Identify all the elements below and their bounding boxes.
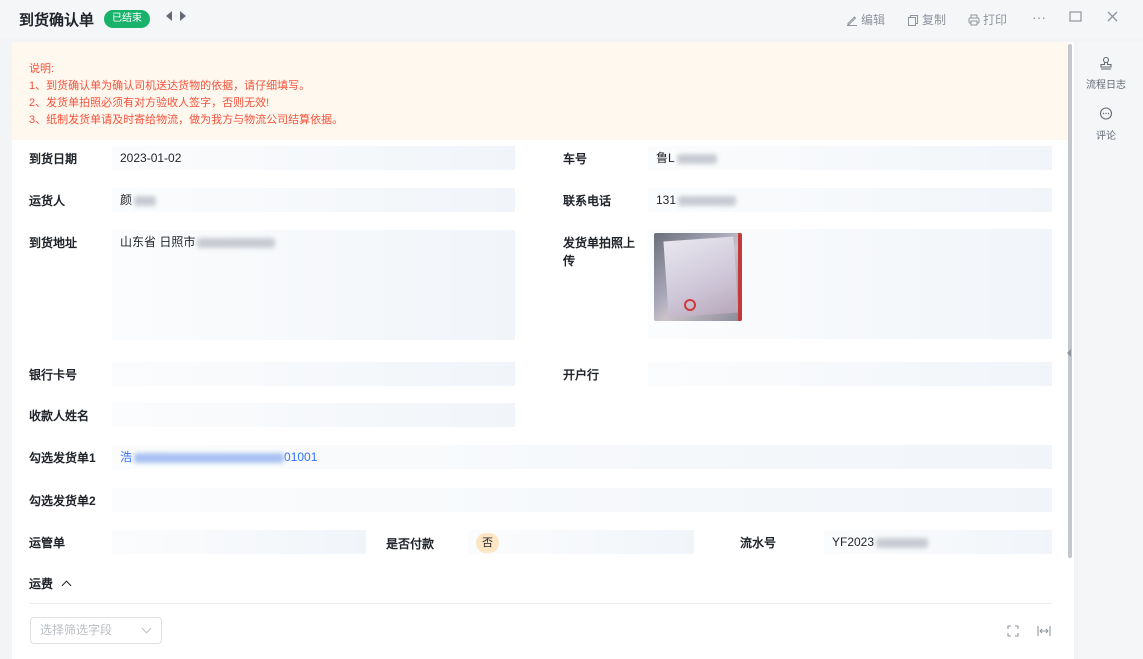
edit-button[interactable]: 编辑	[846, 11, 885, 28]
bank-label: 开户行	[563, 368, 600, 382]
notice-line: 1、到货确认单为确认司机送达货物的依据，请仔细填写。	[29, 80, 311, 92]
more-button[interactable]: ···	[1032, 9, 1046, 25]
waybill-field[interactable]	[112, 530, 366, 554]
freight-section-toggle[interactable]: 运费	[29, 575, 72, 592]
redacted-text	[676, 153, 717, 164]
comment-icon	[1099, 107, 1113, 120]
invoice1-link[interactable]: 浩 01001	[120, 450, 317, 464]
fullscreen-icon	[1007, 625, 1019, 637]
phone-label: 联系电话	[563, 194, 612, 208]
invoice1-label: 勾选发货单1	[29, 451, 96, 465]
address-value: 山东省 日照市	[120, 235, 196, 249]
invoice1-suffix: 01001	[284, 450, 318, 464]
page-title: 到货确认单	[19, 12, 95, 29]
shipper-label: 运货人	[29, 194, 66, 208]
address-field[interactable]: 山东省 日照市	[112, 230, 515, 340]
paid-label: 是否付款	[386, 537, 435, 551]
bank-card-label: 银行卡号	[29, 368, 78, 382]
invoice1-prefix: 浩	[120, 450, 133, 464]
print-label: 打印	[983, 13, 1008, 27]
photo-document	[663, 236, 739, 318]
chevron-up-icon	[61, 580, 72, 591]
filter-field-placeholder: 选择筛选字段	[40, 623, 113, 637]
redacted-text	[678, 195, 737, 206]
payee-field[interactable]	[112, 403, 515, 427]
print-button[interactable]: 打印	[968, 11, 1007, 28]
payee-label: 收款人姓名	[29, 409, 90, 423]
plate-no-field[interactable]: 鲁L	[648, 146, 1052, 170]
notice-line: 3、纸制发货单请及时寄给物流，做为我方与物流公司结算依据。	[29, 114, 344, 126]
bank-field[interactable]	[648, 362, 1052, 386]
serial-value: YF2023	[832, 535, 875, 549]
copy-button[interactable]: 复制	[907, 11, 946, 28]
maximize-icon	[1069, 11, 1082, 22]
vertical-scrollbar[interactable]	[1066, 42, 1074, 659]
photo-stamp	[684, 299, 696, 311]
bank-card-field[interactable]	[112, 362, 515, 386]
maximize-button[interactable]	[1069, 10, 1082, 26]
redacted-text	[197, 237, 276, 248]
printer-icon	[968, 14, 980, 25]
photo-upload-label: 发货单拍照上传	[563, 236, 636, 268]
invoice2-label: 勾选发货单2	[29, 494, 96, 508]
close-icon	[1107, 11, 1118, 22]
comment-button[interactable]: 评论	[1078, 107, 1134, 142]
right-side-panel: 流程日志 评论	[1078, 42, 1143, 659]
arrival-date-label: 到货日期	[29, 152, 78, 166]
redacted-text	[876, 537, 929, 548]
process-log-button[interactable]: 流程日志	[1078, 56, 1134, 91]
arrival-date-value: 2023-01-02	[120, 151, 182, 165]
delivery-note-photo[interactable]	[654, 233, 742, 321]
paid-field[interactable]: 否	[468, 530, 694, 554]
chevron-down-icon	[141, 623, 152, 634]
form-panel: 说明: 1、到货确认单为确认司机送达货物的依据，请仔细填写。 2、发货单拍照必须…	[12, 42, 1074, 659]
redacted-text	[134, 452, 285, 463]
copy-icon	[908, 14, 918, 26]
photo-edge	[738, 233, 742, 321]
paid-tag: 否	[476, 533, 499, 553]
plate-no-label: 车号	[563, 152, 588, 166]
filter-field-select[interactable]: 选择筛选字段	[30, 617, 162, 644]
address-label: 到货地址	[29, 236, 78, 250]
arrival-date-field[interactable]: 2023-01-02	[112, 146, 515, 170]
section-divider	[29, 603, 1052, 604]
pencil-icon	[847, 15, 857, 26]
freight-title: 运费	[29, 577, 54, 591]
plate-no-value: 鲁L	[656, 151, 675, 165]
waybill-label: 运管单	[29, 536, 66, 550]
serial-field[interactable]: YF2023	[824, 530, 1052, 554]
record-navigation	[166, 11, 186, 21]
redacted-text	[134, 195, 157, 206]
stamp-icon	[1100, 56, 1112, 70]
invoice1-field: 浩 01001	[112, 445, 1052, 469]
scroll-thumb[interactable]	[1068, 44, 1072, 558]
next-record-icon[interactable]	[180, 11, 186, 21]
notice-line: 2、发货单拍照必须有对方验收人签字，否则无效!	[29, 97, 270, 109]
edit-label: 编辑	[861, 13, 886, 27]
process-log-label: 流程日志	[1086, 80, 1126, 91]
status-badge: 已结束	[104, 10, 150, 28]
top-bar: 到货确认单 已结束 编辑 复制 打印 ···	[0, 0, 1143, 38]
photo-upload-field	[648, 229, 1052, 339]
copy-label: 复制	[922, 13, 947, 27]
column-width-button[interactable]	[1037, 625, 1051, 640]
phone-value: 131	[656, 193, 677, 207]
phone-field[interactable]: 131	[648, 188, 1052, 212]
close-button[interactable]	[1106, 10, 1119, 26]
comment-label: 评论	[1096, 131, 1116, 142]
invoice2-field[interactable]	[112, 488, 1052, 512]
shipper-field[interactable]: 颜	[112, 188, 515, 212]
collapse-panel-icon[interactable]	[1067, 349, 1071, 357]
notice-box: 说明: 1、到货确认单为确认司机送达货物的依据，请仔细填写。 2、发货单拍照必须…	[12, 42, 1068, 140]
column-width-icon	[1037, 626, 1051, 636]
notice-line: 说明:	[29, 63, 55, 75]
serial-label: 流水号	[740, 536, 777, 550]
shipper-value: 颜	[120, 193, 133, 207]
prev-record-icon[interactable]	[166, 11, 172, 21]
fullscreen-button[interactable]	[1007, 625, 1019, 640]
